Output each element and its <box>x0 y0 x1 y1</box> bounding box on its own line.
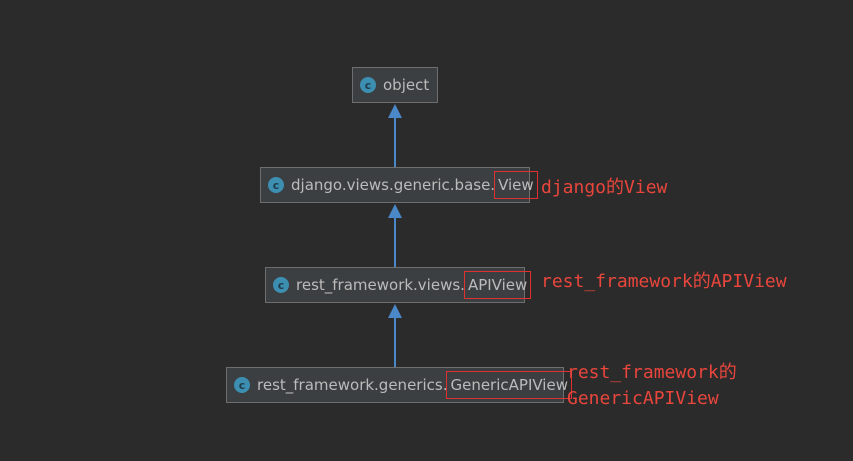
class-name-prefix: rest_framework.generics. <box>257 376 448 394</box>
annotation-line: GenericAPIView <box>567 388 719 409</box>
class-name: object <box>383 76 430 94</box>
class-icon: c <box>268 177 284 193</box>
class-name-highlight: APIView <box>463 271 532 299</box>
class-name-prefix: django.views.generic.base. <box>291 176 496 194</box>
class-icon: c <box>360 77 376 93</box>
class-name-highlight: GenericAPIView <box>446 371 572 399</box>
class-name-prefix: rest_framework.views. <box>296 276 465 294</box>
class-node-object[interactable]: c object <box>352 67 438 103</box>
annotation-django-view: django的View <box>541 175 667 201</box>
arrowhead-icon <box>388 104 402 118</box>
class-icon: c <box>273 277 289 293</box>
annotation-line: rest_framework的APIView <box>541 271 787 292</box>
class-node-genericapiview[interactable]: c rest_framework.generics. GenericAPIView <box>226 367 572 403</box>
arrowhead-icon <box>388 204 402 218</box>
class-name-highlight: View <box>494 171 538 199</box>
arrowhead-icon <box>388 304 402 318</box>
inheritance-edge-genericapiview-to-apiview <box>394 316 396 367</box>
class-node-apiview[interactable]: c rest_framework.views. APIView <box>265 267 532 303</box>
annotation-genericapiview: rest_framework的 GenericAPIView <box>567 360 737 412</box>
annotation-line: rest_framework的 <box>567 362 737 383</box>
inheritance-edge-apiview-to-view <box>394 216 396 267</box>
annotation-apiview: rest_framework的APIView <box>541 269 787 295</box>
annotation-line: django的View <box>541 177 668 198</box>
inheritance-edge-view-to-object <box>394 116 396 167</box>
class-node-django-view[interactable]: c django.views.generic.base. View <box>260 167 538 203</box>
class-icon: c <box>234 377 250 393</box>
